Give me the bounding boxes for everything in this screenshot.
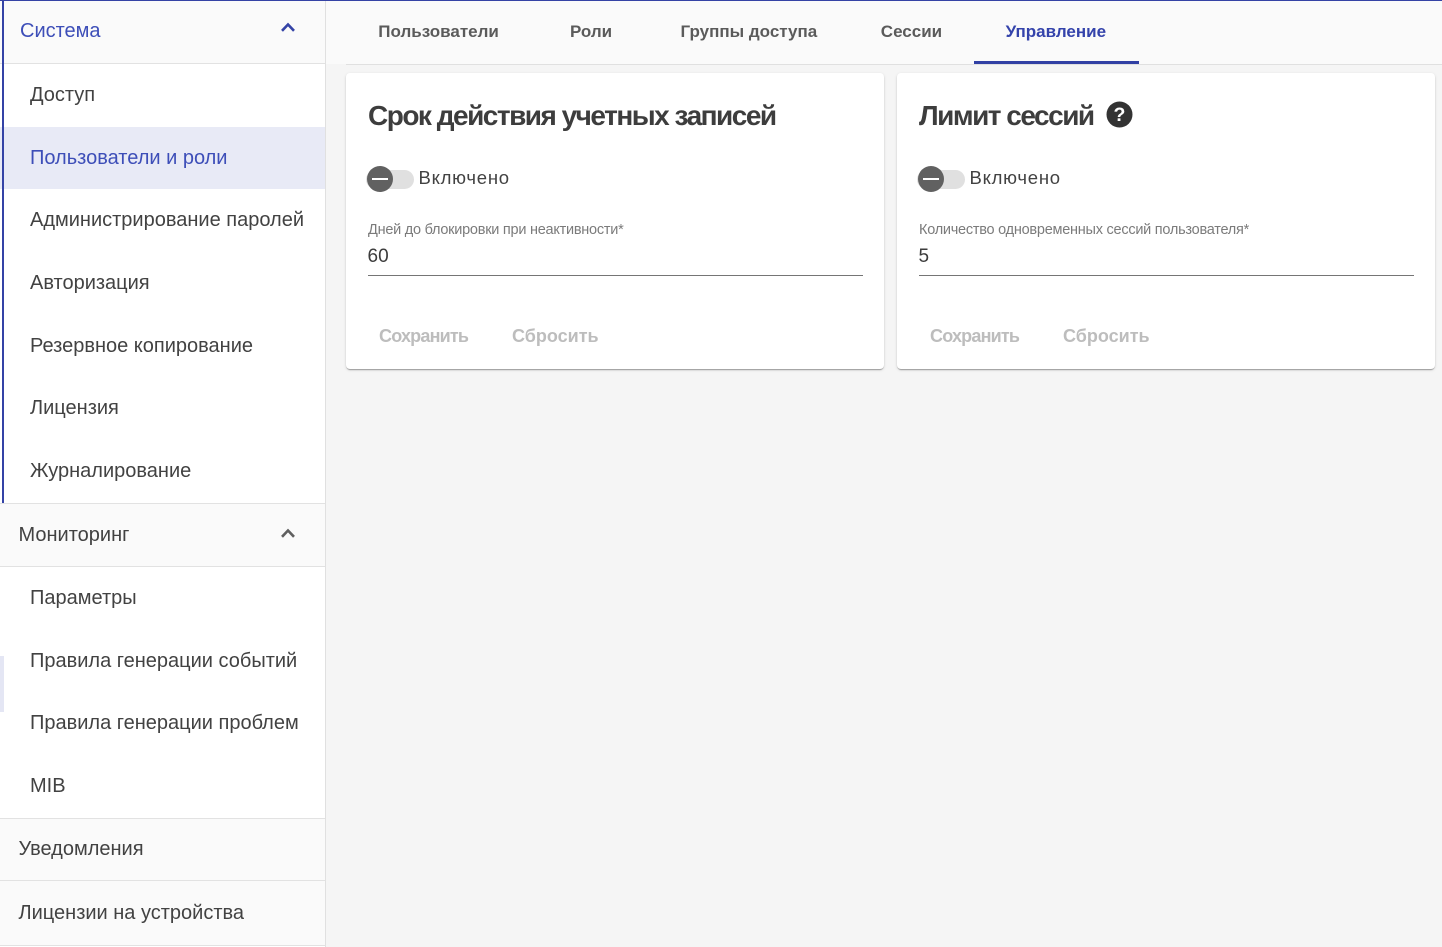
svg-text:?: ? bbox=[1114, 103, 1126, 125]
